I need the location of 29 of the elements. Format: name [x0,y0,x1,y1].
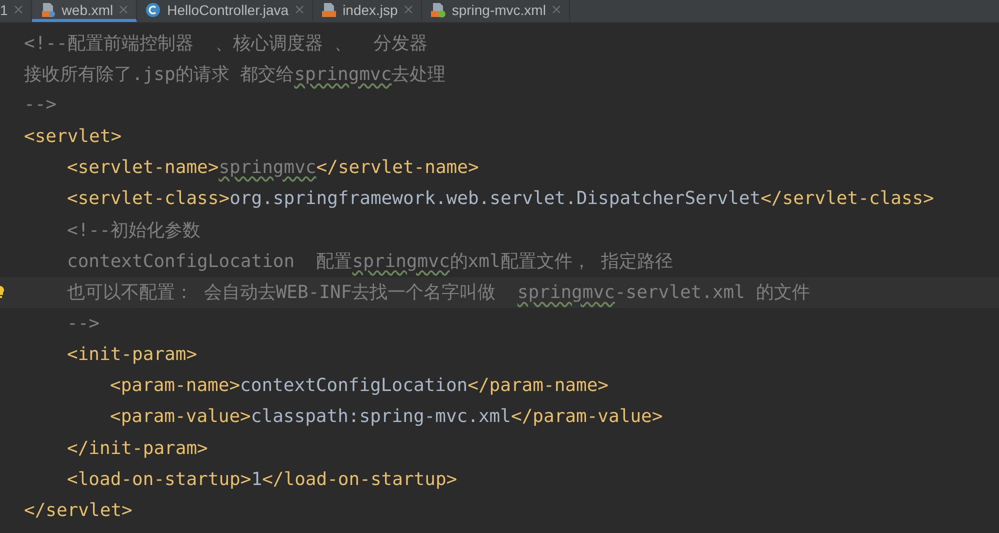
close-icon[interactable] [14,5,23,14]
code-line: <init-param> [67,344,198,365]
class-icon [145,2,162,18]
code-line: 也可以不配置： 会自动去WEB-INF去找一个名字叫做 springmvc-servlet.xml 的文件 [67,281,810,304]
jsp-file-icon [320,2,337,18]
code-line: 接收所有除了.jsp的请求 都交给springmvc去处理 [24,62,446,86]
file-tab[interactable]: spring-mvc.xml [422,0,570,22]
close-icon[interactable] [404,5,413,14]
file-tab[interactable]: HelloController.java [137,0,313,22]
code-line: <servlet-class>org.springframework.web.servlet.DispatcherServlet</servlet-class> [67,188,934,210]
code-line: <servlet-name>springmvc</servlet-name> [67,156,479,178]
code-line: <!--配置前端控制器 、核心调度器 、 分发器 [24,32,428,55]
code-line: <param-value>classpath:spring-mvc.xml</param-value> [110,406,663,428]
code-line: --> [24,94,57,116]
code-line: </servlet> [24,500,132,521]
code-line: <load-on-startup>1</load-on-startup> [67,468,458,490]
file-tab[interactable]: web.xml [32,0,138,22]
spring-xml-file-icon [430,2,446,18]
code-line: --> [67,312,100,334]
code-line: <param-name>contextConfigLocation</param-name> [110,375,609,396]
close-icon[interactable] [294,5,304,14]
close-icon[interactable] [552,5,561,14]
code-line: contextConfigLocation 配置springmvc的xml配置文件， 指定路径 [67,250,674,273]
close-icon[interactable] [119,5,128,14]
xml-file-icon [40,2,56,18]
code-line: </init-param> [67,438,208,459]
code-line: <servlet> [24,126,122,147]
code-line: <!--初始化参数 [67,218,200,242]
file-tab[interactable]: index.jsp [312,0,422,22]
